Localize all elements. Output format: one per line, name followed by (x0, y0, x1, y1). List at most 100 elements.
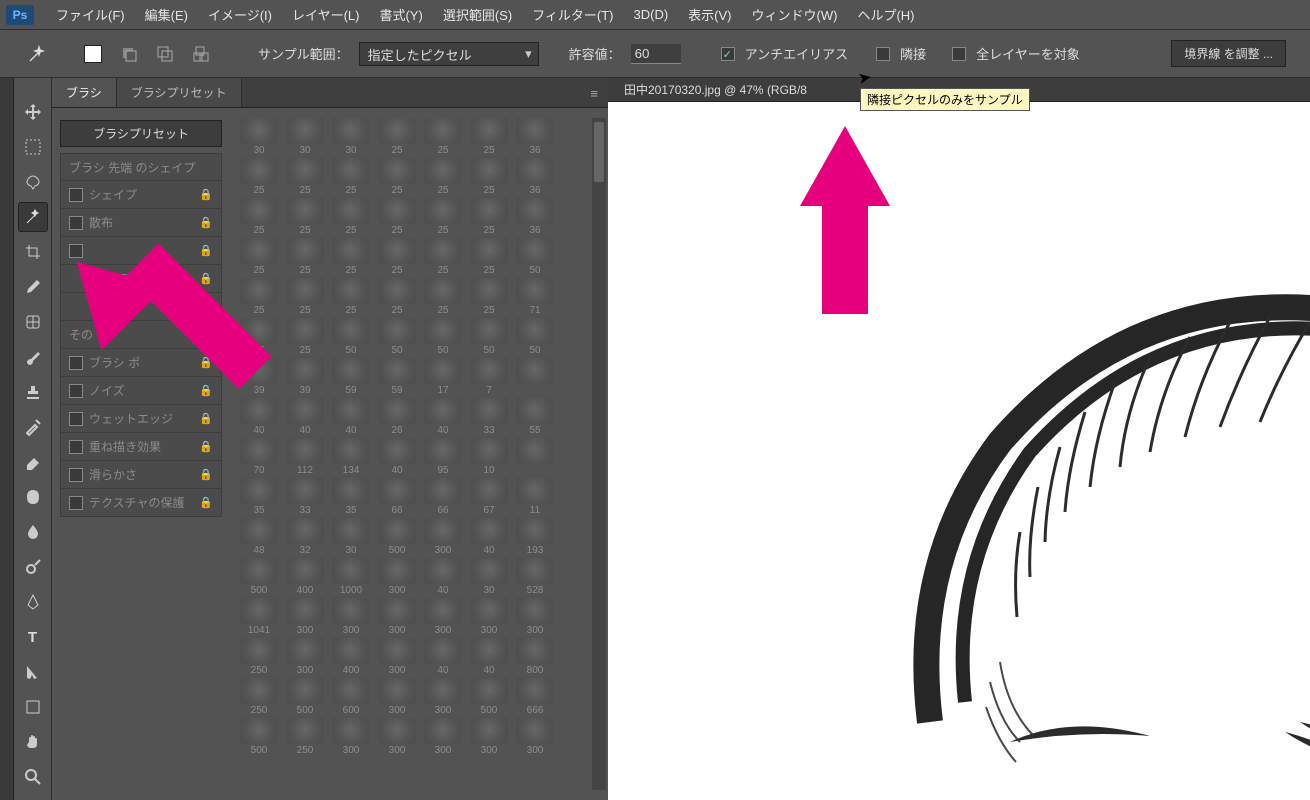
brush-thumb[interactable]: 59 (376, 358, 418, 396)
brush-thumb[interactable]: 300 (330, 598, 372, 636)
tab-brush[interactable]: ブラシ (52, 78, 117, 107)
brush-thumb[interactable]: 25 (238, 278, 280, 316)
brush-thumb[interactable]: 134 (330, 438, 372, 476)
brush-thumb[interactable]: 25 (330, 238, 372, 276)
brush-thumb[interactable]: 32 (284, 518, 326, 556)
brush-thumb[interactable]: 66 (376, 478, 418, 516)
brush-thumb[interactable]: 67 (468, 478, 510, 516)
brush-tool[interactable] (19, 343, 47, 371)
pen-tool[interactable] (19, 588, 47, 616)
brush-thumb[interactable]: 193 (514, 518, 556, 556)
brush-thumb[interactable]: 55 (514, 398, 556, 436)
brush-thumb[interactable]: 250 (238, 678, 280, 716)
brush-thumb[interactable]: 25 (238, 158, 280, 196)
brush-thumb[interactable]: 30 (284, 118, 326, 156)
brush-thumb[interactable]: 500 (376, 518, 418, 556)
brush-thumb[interactable]: 25 (468, 238, 510, 276)
lock-icon[interactable]: 🔒 (199, 496, 213, 509)
menu-help[interactable]: ヘルプ(H) (847, 1, 924, 28)
brush-thumb[interactable]: 300 (376, 638, 418, 676)
brush-thumb[interactable]: 40 (422, 398, 464, 436)
opt-protect-texture[interactable]: テクスチャの保護🔒 (60, 489, 222, 517)
history-brush-tool[interactable] (19, 413, 47, 441)
brush-thumb[interactable]: 666 (514, 678, 556, 716)
menu-window[interactable]: ウィンドウ(W) (742, 1, 848, 28)
brush-thumb[interactable]: 250 (284, 718, 326, 756)
brush-thumb[interactable]: 40 (422, 558, 464, 596)
move-tool[interactable] (19, 98, 47, 126)
lock-icon[interactable]: 🔒 (199, 384, 213, 397)
brush-thumb[interactable]: 25 (330, 278, 372, 316)
opt-tip-shape[interactable]: ブラシ 先端 のシェイプ (60, 153, 222, 181)
brush-thumb[interactable]: 500 (468, 678, 510, 716)
brush-thumb[interactable]: 25 (422, 278, 464, 316)
brush-thumb[interactable]: 50 (514, 318, 556, 356)
brush-thumb[interactable]: 300 (284, 598, 326, 636)
blur-tool[interactable] (19, 518, 47, 546)
brush-thumb[interactable]: 300 (514, 718, 556, 756)
brush-thumb[interactable]: 7 (468, 358, 510, 396)
brush-thumb[interactable]: 25 (422, 198, 464, 236)
opt-brush-pose[interactable]: ブラシ ポ🔒 (60, 349, 222, 377)
sample-range-select[interactable]: 指定したピクセル (359, 42, 539, 66)
brush-thumb[interactable]: 600 (330, 678, 372, 716)
brush-thumb[interactable]: 25 (284, 278, 326, 316)
type-tool[interactable]: T (19, 623, 47, 651)
brush-thumb[interactable]: 25 (376, 198, 418, 236)
brush-thumb[interactable]: 25 (422, 238, 464, 276)
brush-thumb[interactable]: 40 (330, 398, 372, 436)
brush-thumb[interactable]: 25 (376, 118, 418, 156)
gradient-tool[interactable] (19, 483, 47, 511)
lock-icon[interactable]: 🔒 (199, 468, 213, 481)
hand-tool[interactable] (19, 728, 47, 756)
brush-thumb[interactable]: 25 (422, 158, 464, 196)
brush-thumb[interactable]: 1000 (330, 558, 372, 596)
brush-thumb[interactable]: 25 (284, 238, 326, 276)
brush-thumb[interactable]: 400 (330, 638, 372, 676)
brush-thumb[interactable]: 25 (330, 198, 372, 236)
brush-thumb[interactable]: 10 (468, 438, 510, 476)
brush-thumb[interactable]: 400 (284, 558, 326, 596)
layers3-icon[interactable] (188, 41, 214, 67)
brush-thumb[interactable]: 300 (376, 678, 418, 716)
brush-thumb[interactable]: 25 (468, 278, 510, 316)
lock-icon[interactable]: 🔒 (199, 244, 213, 257)
collapse-strip[interactable] (0, 78, 14, 800)
lock-icon[interactable]: 🔒 (199, 412, 213, 425)
menu-file[interactable]: ファイル(F) (46, 1, 135, 28)
path-tool[interactable] (19, 658, 47, 686)
brush-thumb[interactable]: 300 (468, 718, 510, 756)
lock-icon[interactable]: 🔒 (199, 272, 213, 285)
brush-thumb[interactable]: 25 (238, 238, 280, 276)
brush-thumb[interactable]: 36 (514, 118, 556, 156)
brush-thumb[interactable]: 66 (422, 478, 464, 516)
brush-thumb[interactable]: 500 (238, 558, 280, 596)
stamp-tool[interactable] (19, 378, 47, 406)
eyedropper-tool[interactable] (19, 273, 47, 301)
brush-thumb[interactable] (514, 358, 556, 396)
dodge-tool[interactable] (19, 553, 47, 581)
brush-thumb[interactable]: 300 (514, 598, 556, 636)
brush-thumb[interactable]: 25 (284, 158, 326, 196)
brush-thumb[interactable]: 300 (376, 718, 418, 756)
brush-thumb[interactable]: 500 (238, 718, 280, 756)
brush-thumb[interactable]: 30 (330, 118, 372, 156)
brush-thumb[interactable]: 1041 (238, 598, 280, 636)
menu-filter[interactable]: フィルター(T) (522, 1, 623, 28)
brush-thumb[interactable]: 39 (284, 358, 326, 396)
brush-thumb[interactable]: 25 (376, 158, 418, 196)
brush-thumb[interactable]: 35 (238, 478, 280, 516)
brush-thumb[interactable]: 25 (238, 198, 280, 236)
brush-thumb[interactable]: 300 (422, 678, 464, 716)
menu-3d[interactable]: 3D(D) (624, 3, 679, 26)
brush-thumb[interactable]: 30 (238, 118, 280, 156)
wand-tool-icon[interactable] (24, 41, 50, 67)
brush-thumb[interactable]: 300 (422, 598, 464, 636)
opt-buildup[interactable]: 重ね描き効果🔒 (60, 433, 222, 461)
brush-thumb[interactable] (514, 438, 556, 476)
brush-thumb[interactable]: 95 (422, 438, 464, 476)
opt-scatter[interactable]: 散布🔒 (60, 209, 222, 237)
brush-thumb[interactable]: 50 (376, 318, 418, 356)
lock-icon[interactable]: 🔒 (199, 216, 213, 229)
menu-image[interactable]: イメージ(I) (198, 1, 282, 28)
